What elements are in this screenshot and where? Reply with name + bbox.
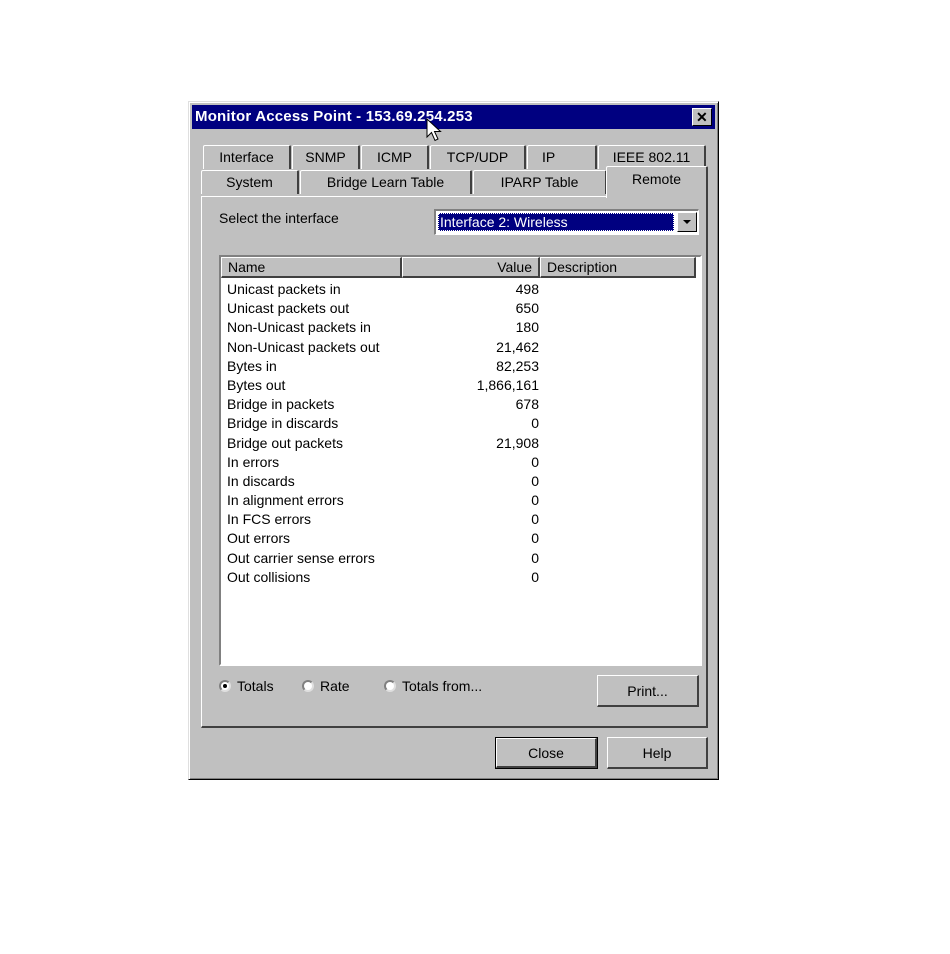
radio-totals-from-label: Totals from... — [402, 678, 483, 694]
table-row[interactable]: Out collisions 0 — [227, 568, 687, 587]
row-value: 180 — [515, 319, 539, 336]
table-row[interactable]: Bridge in packets 678 — [227, 395, 687, 414]
tab-remote[interactable]: Remote — [606, 166, 708, 198]
tab-ip[interactable]: IP — [527, 145, 597, 169]
row-name: Bytes out — [227, 376, 286, 393]
close-button[interactable]: Close — [495, 737, 598, 769]
row-value: 678 — [515, 396, 539, 413]
table-row[interactable]: Non-Unicast packets out 21,462 — [227, 338, 687, 357]
table-row[interactable]: Bytes in 82,253 — [227, 357, 687, 376]
chevron-down-icon[interactable] — [677, 212, 697, 232]
radio-button-checked[interactable] — [219, 680, 231, 692]
row-value: 0 — [531, 568, 539, 585]
row-value: 0 — [531, 415, 539, 432]
radio-rate[interactable]: Rate — [302, 677, 350, 695]
row-value: 0 — [531, 511, 539, 528]
tab-interface[interactable]: Interface — [203, 145, 291, 169]
row-value: 21,462 — [496, 338, 539, 355]
row-name: Unicast packets out — [227, 300, 350, 317]
table-row[interactable]: Bytes out 1,866,161 — [227, 376, 687, 395]
row-value: 0 — [531, 453, 539, 470]
radio-totals-label: Totals — [237, 678, 274, 694]
row-value: 82,253 — [496, 357, 539, 374]
row-value: 0 — [531, 472, 539, 489]
interface-select-value: Interface 2: Wireless — [438, 213, 674, 231]
column-header-description[interactable]: Description — [540, 257, 696, 278]
list-rows: Unicast packets in 498 Unicast packets ou… — [227, 280, 687, 587]
row-name: Non-Unicast packets in — [227, 319, 371, 336]
tab-iparp-table[interactable]: IPARP Table — [473, 170, 607, 194]
help-button[interactable]: Help — [607, 737, 708, 769]
row-value: 0 — [531, 492, 539, 509]
close-window-icon[interactable]: ✕ — [692, 108, 712, 126]
row-value: 650 — [515, 300, 539, 317]
print-button[interactable]: Print... — [597, 675, 699, 707]
row-value: 1,866,161 — [476, 376, 539, 393]
row-name: Bridge in discards — [227, 415, 339, 432]
table-row[interactable]: Bridge out packets 21,908 — [227, 434, 687, 453]
row-value: 0 — [531, 549, 539, 566]
table-row[interactable]: Unicast packets in 498 — [227, 280, 687, 299]
table-row[interactable]: In FCS errors 0 — [227, 510, 687, 529]
radio-button[interactable] — [302, 680, 314, 692]
row-name: In discards — [227, 472, 295, 489]
row-name: Unicast packets in — [227, 281, 341, 297]
row-name: Bridge out packets — [227, 434, 343, 451]
interface-select[interactable]: Interface 2: Wireless — [434, 209, 699, 235]
table-row[interactable]: In alignment errors 0 — [227, 491, 687, 510]
column-header-value[interactable]: Value — [402, 257, 540, 278]
select-interface-label: Select the interface — [219, 210, 339, 226]
row-name: Out carrier sense errors — [227, 549, 375, 566]
row-name: Bridge in packets — [227, 396, 335, 413]
radio-button[interactable] — [384, 680, 396, 692]
table-row[interactable]: Bridge in discards 0 — [227, 414, 687, 433]
table-row[interactable]: Out errors 0 — [227, 529, 687, 548]
row-name: Bytes in — [227, 357, 277, 374]
row-name: In errors — [227, 453, 280, 470]
radio-rate-label: Rate — [320, 678, 350, 694]
remote-tab-panel: Select the interface Interface 2: Wirele… — [201, 196, 708, 728]
column-header-name[interactable]: Name — [221, 257, 402, 278]
monitor-dialog: Monitor Access Point - 153.69.254.253 ✕ … — [188, 101, 719, 780]
statistics-list[interactable]: Name Value Description Unicast packets i… — [219, 255, 702, 666]
tab-system[interactable]: System — [201, 170, 299, 194]
tab-snmp[interactable]: SNMP — [292, 145, 360, 169]
tab-icmp[interactable]: ICMP — [361, 145, 429, 169]
title-bar[interactable]: Monitor Access Point - 153.69.254.253 ✕ — [192, 105, 715, 129]
radio-totals-from[interactable]: Totals from... — [384, 677, 482, 695]
table-row[interactable]: In errors 0 — [227, 453, 687, 472]
radio-totals[interactable]: Totals — [219, 677, 274, 695]
tab-tcp-udp[interactable]: TCP/UDP — [430, 145, 526, 169]
row-name: In FCS errors — [227, 511, 312, 528]
row-name: Non-Unicast packets out — [227, 338, 380, 355]
mouse-pointer-icon — [426, 118, 442, 142]
list-header: Name Value Description — [221, 257, 696, 278]
row-value: 21,908 — [496, 434, 539, 451]
row-name: Out collisions — [227, 568, 311, 585]
row-name: Out errors — [227, 530, 291, 547]
tab-bridge-learn-table[interactable]: Bridge Learn Table — [300, 170, 472, 194]
table-row[interactable]: In discards 0 — [227, 472, 687, 491]
table-row[interactable]: Unicast packets out 650 — [227, 299, 687, 318]
row-value: 498 — [515, 281, 539, 297]
table-row[interactable]: Out carrier sense errors 0 — [227, 549, 687, 568]
table-row[interactable]: Non-Unicast packets in 180 — [227, 318, 687, 337]
row-value: 0 — [531, 530, 539, 547]
row-name: In alignment errors — [227, 492, 344, 509]
